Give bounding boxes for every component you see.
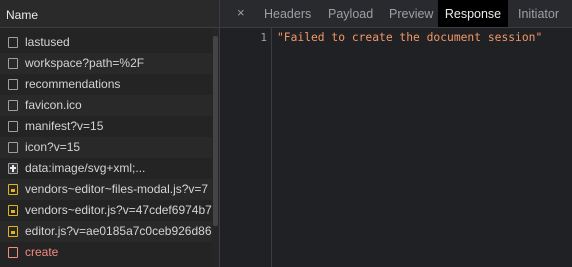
request-row-data-image[interactable]: data:image/svg+xml;... xyxy=(0,158,212,179)
tab-preview[interactable]: Preview xyxy=(389,0,433,27)
response-body[interactable]: "Failed to create the document session" xyxy=(277,31,542,44)
request-list-panel: Name lastused workspace?path=%2F recomme… xyxy=(0,0,219,267)
request-name: lastused xyxy=(25,35,70,49)
request-row-icon[interactable]: icon?v=15 xyxy=(0,137,212,158)
detail-tab-bar: × Headers Payload Preview Response Initi… xyxy=(220,0,572,28)
devtools-network-panel: Name lastused workspace?path=%2F recomme… xyxy=(0,0,572,267)
tab-payload[interactable]: Payload xyxy=(328,0,373,27)
request-row-workspace[interactable]: workspace?path=%2F xyxy=(0,53,212,74)
response-viewer: 1 "Failed to create the document session… xyxy=(220,28,572,267)
document-icon xyxy=(8,100,18,111)
request-name: data:image/svg+xml;... xyxy=(25,161,146,175)
request-row-favicon[interactable]: favicon.ico xyxy=(0,95,212,116)
document-icon xyxy=(8,79,18,90)
name-column-header[interactable]: Name xyxy=(0,0,219,28)
document-icon xyxy=(8,142,18,153)
document-icon xyxy=(8,121,18,132)
request-row-manifest[interactable]: manifest?v=15 xyxy=(0,116,212,137)
request-name: manifest?v=15 xyxy=(25,119,104,133)
request-name: favicon.ico xyxy=(25,98,82,112)
tab-headers[interactable]: Headers xyxy=(264,0,311,27)
request-name: create xyxy=(25,245,59,259)
script-icon xyxy=(8,226,18,237)
request-name: vendors~editor~files-modal.js?v=7 xyxy=(25,182,209,196)
request-name: icon?v=15 xyxy=(25,140,81,154)
tab-initiator[interactable]: Initiator xyxy=(518,0,559,27)
request-row-create[interactable]: create xyxy=(0,242,212,263)
script-icon xyxy=(8,205,18,216)
request-name: workspace?path=%2F xyxy=(25,56,145,70)
document-icon xyxy=(8,58,18,69)
request-list: lastused workspace?path=%2F recommendati… xyxy=(0,28,212,263)
name-column-label: Name xyxy=(6,8,39,22)
request-list-scrollbar[interactable] xyxy=(212,28,219,267)
request-row-editor[interactable]: editor.js?v=ae0185a7c0ceb926d861 xyxy=(0,221,212,242)
close-icon[interactable]: × xyxy=(237,6,245,20)
document-icon xyxy=(8,37,18,48)
line-number: 1 xyxy=(260,31,267,44)
line-number-gutter: 1 xyxy=(220,28,272,267)
request-name: recommendations xyxy=(25,77,121,91)
request-row-vendors-files-modal[interactable]: vendors~editor~files-modal.js?v=7 xyxy=(0,179,212,200)
image-icon xyxy=(8,163,18,174)
script-icon xyxy=(8,184,18,195)
tab-response[interactable]: Response xyxy=(438,0,508,27)
request-name: vendors~editor.js?v=47cdef6974b7 xyxy=(25,203,212,217)
request-name: editor.js?v=ae0185a7c0ceb926d861 xyxy=(25,224,212,238)
scrollbar-thumb[interactable] xyxy=(213,36,218,226)
request-row-vendors-editor[interactable]: vendors~editor.js?v=47cdef6974b7 xyxy=(0,200,212,221)
request-row-lastused[interactable]: lastused xyxy=(0,32,212,53)
request-row-recommendations[interactable]: recommendations xyxy=(0,74,212,95)
document-icon xyxy=(8,247,18,258)
